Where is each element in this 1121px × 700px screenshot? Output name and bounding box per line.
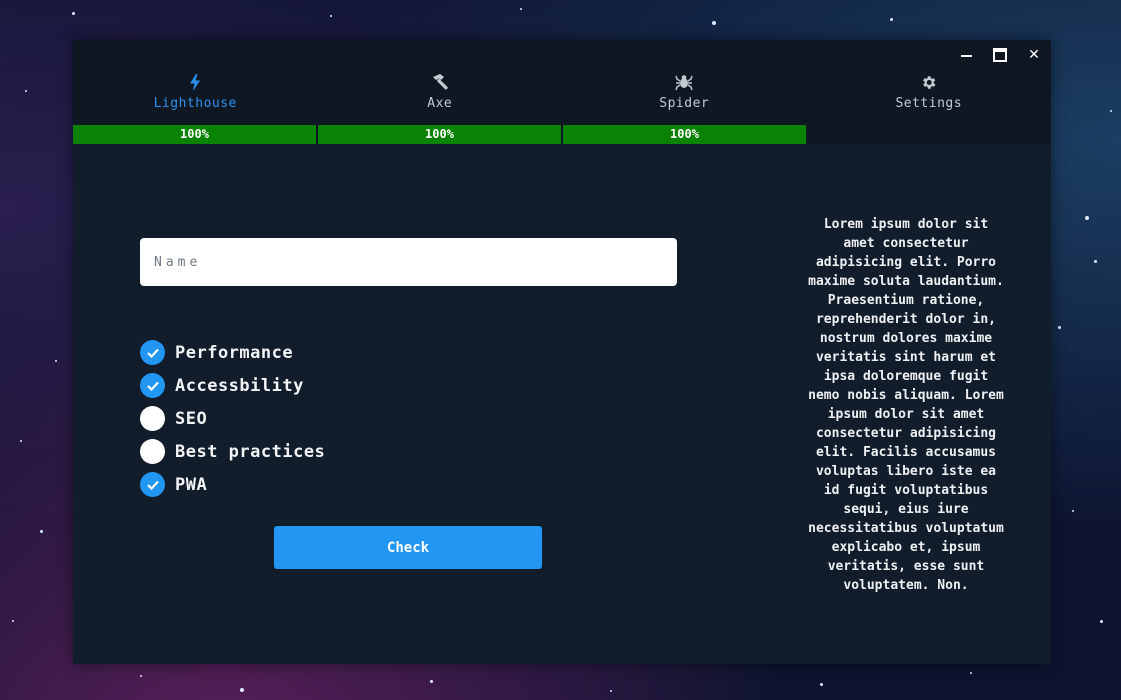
tab-lighthouse[interactable]: Lighthouse (73, 70, 318, 126)
description-text: Lorem ipsum dolor sit amet consectetur a… (808, 217, 1004, 593)
option-label: Best practices (175, 441, 326, 462)
checkmark-icon (146, 381, 159, 391)
minimize-button[interactable] (953, 44, 979, 66)
app-window: ✕ Lighthouse Axe Spider Settings 100% 10… (73, 40, 1051, 664)
audit-options: Performance Accessbility SEO Best practi… (140, 336, 325, 501)
progress-text: 100% (670, 127, 699, 141)
checkbox[interactable] (140, 406, 165, 431)
maximize-button[interactable] (987, 44, 1013, 66)
checkbox[interactable] (140, 340, 165, 365)
progress-row: 100% 100% 100% (73, 125, 1051, 144)
close-icon: ✕ (1028, 47, 1040, 63)
checkbox[interactable] (140, 439, 165, 464)
tab-label: Settings (895, 96, 963, 111)
option-seo[interactable]: SEO (140, 402, 325, 435)
checkmark-icon (146, 480, 159, 490)
spider-icon (675, 72, 693, 92)
option-label: PWA (175, 474, 208, 495)
progress-text: 100% (425, 127, 454, 141)
option-best-practices[interactable]: Best practices (140, 435, 325, 468)
progress-text: 100% (180, 127, 209, 141)
option-performance[interactable]: Performance (140, 336, 325, 369)
tab-axe[interactable]: Axe (318, 70, 563, 126)
checkbox[interactable] (140, 373, 165, 398)
hammer-icon (431, 72, 449, 92)
tab-label: Axe (427, 96, 453, 111)
progress-bar-spider: 100% (563, 125, 806, 144)
checkbox[interactable] (140, 472, 165, 497)
minimize-icon (960, 54, 972, 57)
tab-label: Lighthouse (153, 96, 237, 111)
name-input[interactable] (140, 238, 677, 286)
option-pwa[interactable]: PWA (140, 468, 325, 501)
tab-label: Spider (659, 96, 710, 111)
option-accessibility[interactable]: Accessbility (140, 369, 325, 402)
tab-bar: Lighthouse Axe Spider Settings (73, 70, 1051, 126)
check-button[interactable]: Check (274, 526, 542, 569)
tab-spider[interactable]: Spider (562, 70, 807, 126)
window-header: ✕ Lighthouse Axe Spider Settings 100% 10… (73, 40, 1051, 144)
gear-icon (920, 72, 937, 92)
option-label: Performance (175, 342, 294, 363)
lightning-bolt-icon (189, 72, 201, 92)
close-button[interactable]: ✕ (1021, 44, 1047, 66)
maximize-icon (993, 48, 1007, 62)
progress-bar-lighthouse: 100% (73, 125, 316, 144)
progress-bar-axe: 100% (318, 125, 561, 144)
option-label: SEO (175, 408, 208, 429)
checkmark-icon (146, 348, 159, 358)
tab-settings[interactable]: Settings (807, 70, 1052, 126)
option-label: Accessbility (175, 375, 304, 396)
